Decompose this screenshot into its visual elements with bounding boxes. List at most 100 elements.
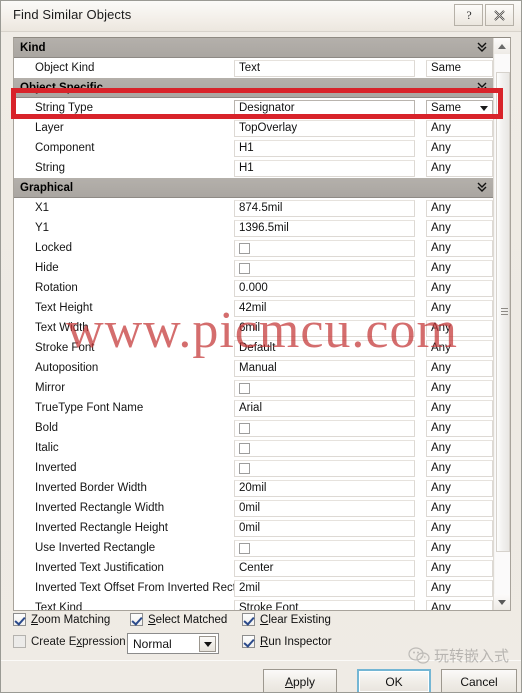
apply-button[interactable]: Apply (263, 669, 337, 692)
select-matched-checkbox-box[interactable] (130, 613, 143, 626)
cancel-button[interactable]: Cancel (441, 669, 517, 692)
property-group-header[interactable]: Kind (14, 38, 493, 58)
property-row[interactable]: Mirror Any (14, 378, 493, 398)
property-value-checkbox[interactable] (239, 542, 250, 554)
property-group-header[interactable]: Graphical (14, 178, 493, 198)
property-match-cell[interactable]: Any (426, 239, 493, 257)
property-value-cell[interactable]: H1 (234, 159, 415, 177)
property-value-cell[interactable]: Stroke Font (234, 599, 415, 610)
property-group-header[interactable]: Object Specific (14, 78, 493, 98)
property-row[interactable]: Component H1 Any (14, 138, 493, 158)
scroll-up-arrow-icon[interactable] (494, 38, 510, 54)
property-value-cell[interactable] (234, 439, 415, 457)
property-row[interactable]: Inverted Border Width 20mil Any (14, 478, 493, 498)
property-match-cell[interactable]: Any (426, 299, 493, 317)
property-row[interactable]: Y1 1396.5mil Any (14, 218, 493, 238)
property-value-cell[interactable]: 0mil (234, 519, 415, 537)
property-match-cell[interactable]: Any (426, 459, 493, 477)
property-row[interactable]: Text Width 6mil Any (14, 318, 493, 338)
property-row[interactable]: Layer TopOverlay Any (14, 118, 493, 138)
run-inspector-checkbox-box[interactable] (242, 635, 255, 648)
property-row[interactable]: Object Kind Text Same (14, 58, 493, 78)
property-match-cell[interactable]: Any (426, 359, 493, 377)
property-row[interactable]: Autoposition Manual Any (14, 358, 493, 378)
property-row[interactable]: String Type Designator Same (14, 98, 493, 118)
double-chevron-down-icon[interactable] (477, 81, 487, 95)
property-match-cell[interactable]: Any (426, 539, 493, 557)
property-row[interactable]: TrueType Font Name Arial Any (14, 398, 493, 418)
property-row[interactable]: Inverted Any (14, 458, 493, 478)
property-grid[interactable]: Kind Object Kind Text Same Object Specific St… (13, 37, 511, 611)
ok-button[interactable]: OK (357, 669, 431, 692)
property-row[interactable]: Rotation 0.000 Any (14, 278, 493, 298)
property-row[interactable]: Inverted Text Justification Center Any (14, 558, 493, 578)
property-row[interactable]: String H1 Any (14, 158, 493, 178)
property-row[interactable]: Bold Any (14, 418, 493, 438)
property-value-cell[interactable] (234, 419, 415, 437)
property-value-cell[interactable]: 874.5mil (234, 199, 415, 217)
property-match-cell[interactable]: Any (426, 499, 493, 517)
property-value-checkbox[interactable] (239, 422, 250, 434)
property-match-cell[interactable]: Any (426, 379, 493, 397)
property-match-cell[interactable]: Any (426, 219, 493, 237)
property-value-cell[interactable]: 20mil (234, 479, 415, 497)
property-match-cell[interactable]: Any (426, 119, 493, 137)
chevron-down-icon[interactable] (199, 636, 216, 652)
property-value-checkbox[interactable] (239, 442, 250, 454)
property-value-cell[interactable]: 0.000 (234, 279, 415, 297)
property-value-cell[interactable] (234, 259, 415, 277)
property-value-cell[interactable]: 1396.5mil (234, 219, 415, 237)
property-row[interactable]: Text Kind Stroke Font Any (14, 598, 493, 610)
property-row[interactable]: Hide Any (14, 258, 493, 278)
property-match-cell[interactable]: Same (426, 59, 493, 77)
property-row[interactable]: Inverted Rectangle Width 0mil Any (14, 498, 493, 518)
property-match-cell[interactable]: Any (426, 419, 493, 437)
property-match-cell[interactable]: Any (426, 319, 493, 337)
property-value-checkbox[interactable] (239, 382, 250, 394)
close-button[interactable] (485, 4, 514, 26)
help-icon-button[interactable]: ? (454, 4, 483, 26)
property-match-cell[interactable]: Any (426, 159, 493, 177)
property-row[interactable]: X1 874.5mil Any (14, 198, 493, 218)
property-value-cell[interactable] (234, 459, 415, 477)
property-row[interactable]: Locked Any (14, 238, 493, 258)
property-row[interactable]: Use Inverted Rectangle Any (14, 538, 493, 558)
property-value-cell[interactable]: TopOverlay (234, 119, 415, 137)
property-match-cell[interactable]: Any (426, 259, 493, 277)
property-value-checkbox[interactable] (239, 242, 250, 254)
property-value-cell[interactable]: H1 (234, 139, 415, 157)
property-match-cell[interactable]: Any (426, 399, 493, 417)
property-match-cell[interactable]: Any (426, 199, 493, 217)
create-expression-checkbox-box[interactable] (13, 635, 26, 648)
property-row[interactable]: Text Height 42mil Any (14, 298, 493, 318)
checkbox-run-inspector[interactable]: Run Inspector (242, 635, 332, 648)
property-match-cell[interactable]: Any (426, 339, 493, 357)
property-value-cell[interactable]: 6mil (234, 319, 415, 337)
match-dropdown-arrow-icon[interactable] (480, 105, 488, 111)
property-row[interactable]: Inverted Text Offset From Inverted Rect 2… (14, 578, 493, 598)
vertical-scrollbar[interactable] (493, 38, 510, 610)
property-value-cell[interactable] (234, 539, 415, 557)
double-chevron-down-icon[interactable] (477, 41, 487, 55)
scrollbar-thumb[interactable] (496, 72, 510, 552)
property-value-cell[interactable]: Text (234, 59, 415, 77)
checkbox-select-matched[interactable]: Select Matched (130, 613, 227, 626)
property-match-cell[interactable]: Any (426, 139, 493, 157)
property-value-cell[interactable]: 42mil (234, 299, 415, 317)
checkbox-zoom-matching[interactable]: Zoom Matching (13, 613, 110, 626)
property-match-cell[interactable]: Any (426, 479, 493, 497)
property-value-cell[interactable]: Designator (234, 99, 415, 117)
property-value-checkbox[interactable] (239, 262, 250, 274)
property-value-cell[interactable]: 2mil (234, 579, 415, 597)
property-value-cell[interactable]: 0mil (234, 499, 415, 517)
scroll-down-arrow-icon[interactable] (494, 594, 510, 610)
property-row[interactable]: Inverted Rectangle Height 0mil Any (14, 518, 493, 538)
property-value-cell[interactable]: Center (234, 559, 415, 577)
property-match-cell[interactable]: Any (426, 279, 493, 297)
clear-existing-checkbox-box[interactable] (242, 613, 255, 626)
property-value-cell[interactable]: Arial (234, 399, 415, 417)
zoom-matching-checkbox-box[interactable] (13, 613, 26, 626)
property-match-cell[interactable]: Any (426, 519, 493, 537)
property-value-cell[interactable]: Default (234, 339, 415, 357)
checkbox-create-expression[interactable]: Create Expression (13, 635, 126, 648)
